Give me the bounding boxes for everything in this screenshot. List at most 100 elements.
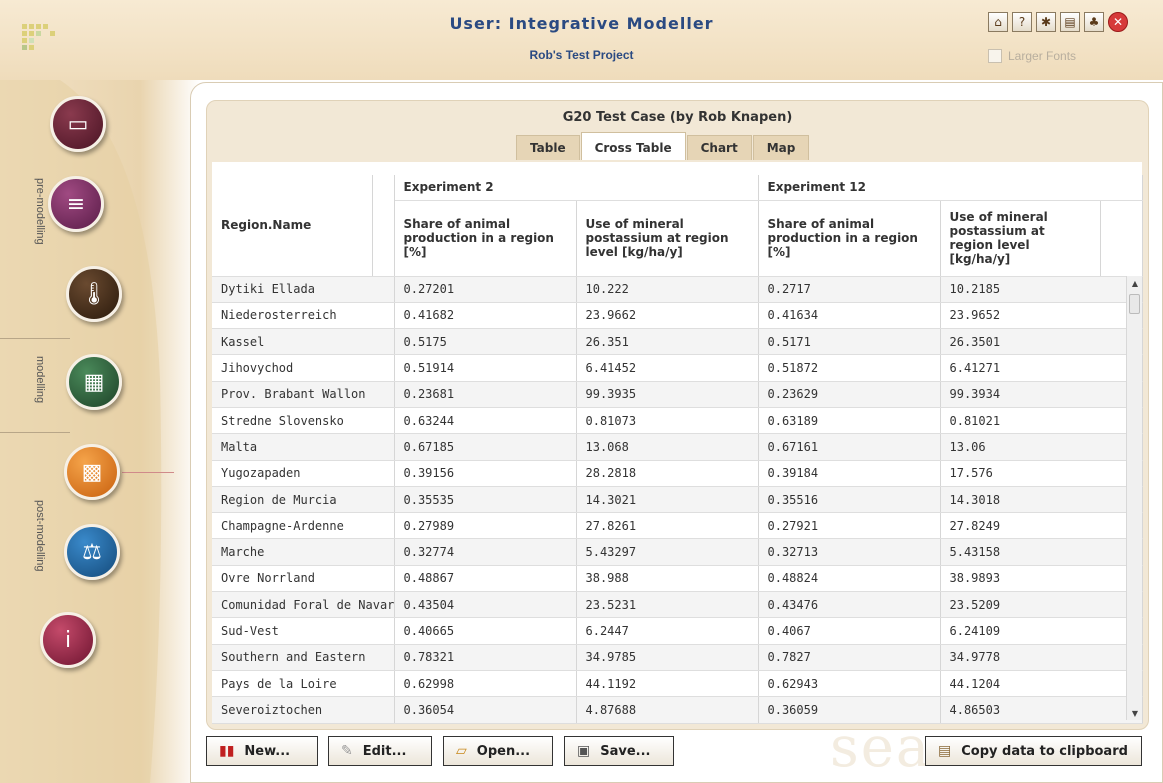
region-cell[interactable]: Severoiztochen	[212, 696, 395, 724]
region-cell[interactable]: Pays de la Loire	[212, 670, 395, 698]
table-row[interactable]: Sud-Vest 0.40665 6.2447 0.4067 6.24109	[212, 617, 1143, 645]
table-row[interactable]: Ovre Norrland 0.48867 38.988 0.48824 38.9893	[212, 565, 1143, 593]
region-cell[interactable]: Kassel	[212, 328, 395, 356]
edit-button[interactable]: ✎ Edit...	[328, 736, 432, 766]
value-cell[interactable]: 4.87688	[576, 696, 759, 724]
region-cell[interactable]: Region de Murcia	[212, 486, 395, 514]
value-cell[interactable]: 6.41271	[940, 354, 1143, 382]
value-cell[interactable]: 44.1204	[940, 670, 1143, 698]
value-cell[interactable]: 23.9652	[940, 302, 1143, 330]
column-header[interactable]: Share of animal production in a region […	[394, 200, 577, 277]
new-button[interactable]: ▮▮ New...	[206, 736, 318, 766]
value-cell[interactable]: 28.2818	[576, 460, 759, 487]
region-cell[interactable]: Ovre Norrland	[212, 565, 395, 593]
table-row[interactable]: Niederosterreich 0.41682 23.9662 0.41634 23.…	[212, 302, 1143, 330]
region-cell[interactable]: Marche	[212, 538, 395, 566]
open-button[interactable]: ▱ Open...	[443, 736, 553, 766]
table-row[interactable]: Yugozapaden 0.39156 28.2818 0.39184 17.576	[212, 460, 1143, 487]
value-cell[interactable]: 0.48867	[394, 565, 577, 593]
column-header[interactable]: Share of animal production in a region […	[758, 200, 941, 277]
value-cell[interactable]: 0.78321	[394, 644, 577, 671]
value-cell[interactable]: 38.988	[576, 565, 759, 593]
value-cell[interactable]: 6.24109	[940, 617, 1143, 645]
region-cell[interactable]: Yugozapaden	[212, 460, 395, 487]
value-cell[interactable]: 0.67185	[394, 433, 577, 461]
value-cell[interactable]: 0.62998	[394, 670, 577, 698]
value-cell[interactable]: 4.86503	[940, 696, 1143, 724]
scroll-thumb[interactable]	[1129, 294, 1140, 314]
value-cell[interactable]: 0.5171	[758, 328, 941, 356]
value-cell[interactable]: 0.62943	[758, 670, 941, 698]
value-cell[interactable]: 0.48824	[758, 565, 941, 593]
value-cell[interactable]: 0.81073	[576, 407, 759, 435]
value-cell[interactable]: 14.3018	[940, 486, 1143, 514]
table-row[interactable]: Prov. Brabant Wallon 0.23681 99.3935 0.2362…	[212, 381, 1143, 408]
table-row[interactable]: Pays de la Loire 0.62998 44.1192 0.62943 44.…	[212, 670, 1143, 698]
column-header[interactable]: Use of mineral postassium at region leve…	[576, 200, 759, 277]
value-cell[interactable]: 0.23681	[394, 381, 577, 408]
table-row[interactable]: Southern and Eastern 0.78321 34.9785 0.7827…	[212, 644, 1143, 671]
table-row[interactable]: Kassel 0.5175 26.351 0.5171 26.3501	[212, 328, 1143, 356]
table-row[interactable]: Malta 0.67185 13.068 0.67161 13.06	[212, 433, 1143, 461]
region-cell[interactable]: Southern and Eastern	[212, 644, 395, 671]
copy-to-clipboard-button[interactable]: ▤ Copy data to clipboard	[925, 736, 1142, 766]
value-cell[interactable]: 0.39184	[758, 460, 941, 487]
value-cell[interactable]: 34.9778	[940, 644, 1143, 671]
value-cell[interactable]: 99.3934	[940, 381, 1143, 408]
value-cell[interactable]: 27.8261	[576, 512, 759, 540]
clipboard-icon[interactable]: ▭	[50, 96, 106, 152]
value-cell[interactable]: 0.5175	[394, 328, 577, 356]
value-cell[interactable]: 0.32713	[758, 538, 941, 566]
info-icon[interactable]: i	[40, 612, 96, 668]
books-icon[interactable]: ≡	[48, 176, 104, 232]
region-cell[interactable]: Dytiki Ellada	[212, 276, 395, 303]
value-cell[interactable]: 0.39156	[394, 460, 577, 487]
tab-table[interactable]: Table	[516, 135, 580, 160]
close-icon[interactable]: ✕	[1108, 12, 1128, 32]
table-row[interactable]: Champagne-Ardenne 0.27989 27.8261 0.27921 27…	[212, 512, 1143, 540]
value-cell[interactable]: 0.27921	[758, 512, 941, 540]
bug-icon[interactable]: ✱	[1036, 12, 1056, 32]
chart-icon[interactable]: ▩	[64, 444, 120, 500]
value-cell[interactable]: 0.35516	[758, 486, 941, 514]
table-row[interactable]: Comunidad Foral de Navar 0.43504 23.5231 0.…	[212, 591, 1143, 619]
tab-cross-table[interactable]: Cross Table	[580, 132, 686, 160]
value-cell[interactable]: 0.40665	[394, 617, 577, 645]
value-cell[interactable]: 0.43504	[394, 591, 577, 619]
value-cell[interactable]: 0.4067	[758, 617, 941, 645]
value-cell[interactable]: 0.35535	[394, 486, 577, 514]
region-cell[interactable]: Comunidad Foral de Navar	[212, 591, 395, 619]
value-cell[interactable]: 0.23629	[758, 381, 941, 408]
region-cell[interactable]: Sud-Vest	[212, 617, 395, 645]
value-cell[interactable]: 14.3021	[576, 486, 759, 514]
value-cell[interactable]: 6.41452	[576, 354, 759, 382]
value-cell[interactable]: 23.5209	[940, 591, 1143, 619]
value-cell[interactable]: 0.36054	[394, 696, 577, 724]
value-cell[interactable]: 44.1192	[576, 670, 759, 698]
home-icon[interactable]: ⌂	[988, 12, 1008, 32]
larger-fonts-checkbox[interactable]	[988, 49, 1002, 63]
region-cell[interactable]: Champagne-Ardenne	[212, 512, 395, 540]
scales-icon[interactable]: ⚖	[64, 524, 120, 580]
value-cell[interactable]: 0.81021	[940, 407, 1143, 435]
tab-map[interactable]: Map	[752, 135, 810, 160]
larger-fonts-option[interactable]: Larger Fonts	[988, 49, 1076, 63]
table-scrollbar[interactable]: ▲ ▼	[1126, 276, 1142, 720]
value-cell[interactable]: 99.3935	[576, 381, 759, 408]
region-cell[interactable]: Stredne Slovensko	[212, 407, 395, 435]
table-row[interactable]: Region de Murcia 0.35535 14.3021 0.35516 14.…	[212, 486, 1143, 514]
value-cell[interactable]: 5.43297	[576, 538, 759, 566]
tab-chart[interactable]: Chart	[686, 135, 752, 160]
value-cell[interactable]: 10.222	[576, 276, 759, 303]
value-cell[interactable]: 0.51872	[758, 354, 941, 382]
region-cell[interactable]: Jihovychod	[212, 354, 395, 382]
value-cell[interactable]: 17.576	[940, 460, 1143, 487]
help-icon[interactable]: ?	[1012, 12, 1032, 32]
value-cell[interactable]: 0.32774	[394, 538, 577, 566]
value-cell[interactable]: 13.06	[940, 433, 1143, 461]
region-cell[interactable]: Prov. Brabant Wallon	[212, 381, 395, 408]
value-cell[interactable]: 0.27201	[394, 276, 577, 303]
value-cell[interactable]: 0.67161	[758, 433, 941, 461]
value-cell[interactable]: 0.2717	[758, 276, 941, 303]
value-cell[interactable]: 38.9893	[940, 565, 1143, 593]
